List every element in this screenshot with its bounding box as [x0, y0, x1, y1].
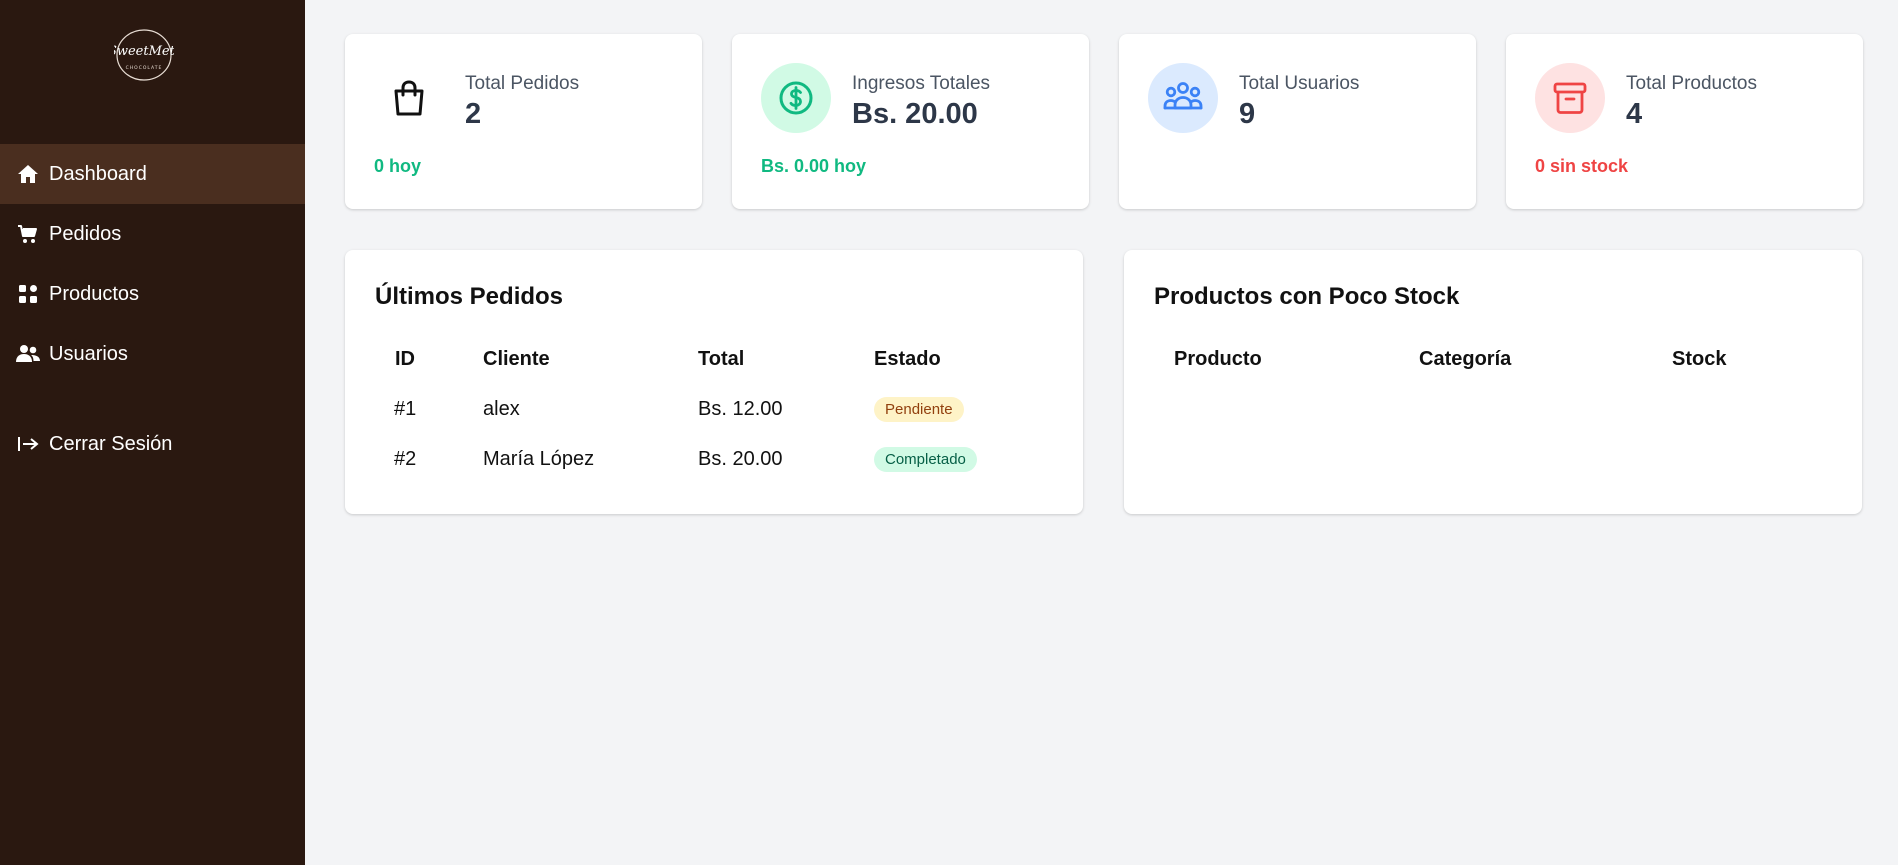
sidebar-item-usuarios[interactable]: Usuarios — [0, 324, 305, 384]
stat-card-productos: Total Productos 4 0 sin stock — [1506, 34, 1863, 209]
stat-label: Total Pedidos — [465, 73, 580, 94]
low-stock-header-categoria: Categoría — [1419, 348, 1512, 370]
home-icon — [15, 162, 41, 186]
order-id: #2 — [394, 448, 417, 470]
low-stock-title: Productos con Poco Stock — [1154, 283, 1460, 310]
stat-footer: 0 hoy — [374, 156, 422, 176]
low-stock-panel: Productos con Poco Stock Producto Catego… — [1124, 250, 1862, 514]
cart-icon — [15, 222, 41, 246]
orders-header-cliente: Cliente — [483, 348, 550, 370]
stat-value: 4 — [1626, 98, 1643, 130]
sidebar-item-label: Pedidos — [49, 223, 122, 245]
stat-label: Ingresos Totales — [852, 73, 991, 94]
stat-card-ingresos: Ingresos Totales Bs. 20.00 Bs. 0.00 hoy — [732, 34, 1089, 209]
orders-header-total: Total — [698, 348, 745, 370]
order-total: Bs. 12.00 — [698, 398, 783, 420]
stat-value: Bs. 20.00 — [852, 98, 978, 130]
low-stock-header-producto: Producto — [1174, 348, 1262, 370]
svg-text:CHOCOLATE: CHOCOLATE — [126, 65, 163, 71]
order-client: alex — [483, 398, 520, 420]
order-total: Bs. 20.00 — [698, 448, 783, 470]
order-id: #1 — [394, 398, 417, 420]
status-badge: Completado — [874, 447, 977, 472]
stat-footer: 0 sin stock — [1535, 156, 1629, 176]
stat-value: 2 — [465, 98, 482, 130]
logout-icon — [15, 432, 41, 456]
orders-header-estado: Estado — [874, 348, 941, 370]
grid-icon — [15, 282, 41, 306]
sidebar-item-label: Dashboard — [49, 163, 147, 185]
svg-text:SweetMett: SweetMett — [114, 44, 174, 59]
users-group-icon — [1148, 63, 1218, 133]
low-stock-header-stock: Stock — [1672, 348, 1727, 370]
dollar-icon — [761, 63, 831, 133]
orders-title: Últimos Pedidos — [375, 283, 564, 310]
users-icon — [15, 342, 41, 366]
stat-label: Total Productos — [1626, 73, 1757, 94]
shopping-bag-icon — [374, 63, 444, 133]
status-badge: Pendiente — [874, 397, 964, 422]
sidebar-item-label: Usuarios — [49, 343, 128, 365]
stat-footer: Bs. 0.00 hoy — [761, 156, 867, 176]
sidebar-item-pedidos[interactable]: Pedidos — [0, 204, 305, 264]
sidebar-item-label: Productos — [49, 283, 140, 305]
orders-header-id: ID — [395, 348, 415, 370]
stat-card-total-pedidos: Total Pedidos 2 0 hoy — [345, 34, 702, 209]
sidebar: SweetMett CHOCOLATE Dashboard Pedidos Pr… — [0, 0, 305, 865]
orders-panel: Últimos Pedidos ID Cliente Total Estado … — [345, 250, 1083, 514]
order-client: María López — [483, 448, 595, 470]
stat-value: 9 — [1239, 98, 1256, 130]
brand-logo[interactable]: SweetMett CHOCOLATE — [108, 28, 181, 82]
sidebar-item-productos[interactable]: Productos — [0, 264, 305, 324]
stat-label: Total Usuarios — [1239, 73, 1360, 94]
stat-card-usuarios: Total Usuarios 9 — [1119, 34, 1476, 209]
archive-icon — [1535, 63, 1605, 133]
logout-button[interactable]: Cerrar Sesión — [0, 414, 305, 474]
sidebar-item-dashboard[interactable]: Dashboard — [0, 144, 305, 204]
logout-label: Cerrar Sesión — [49, 433, 173, 455]
